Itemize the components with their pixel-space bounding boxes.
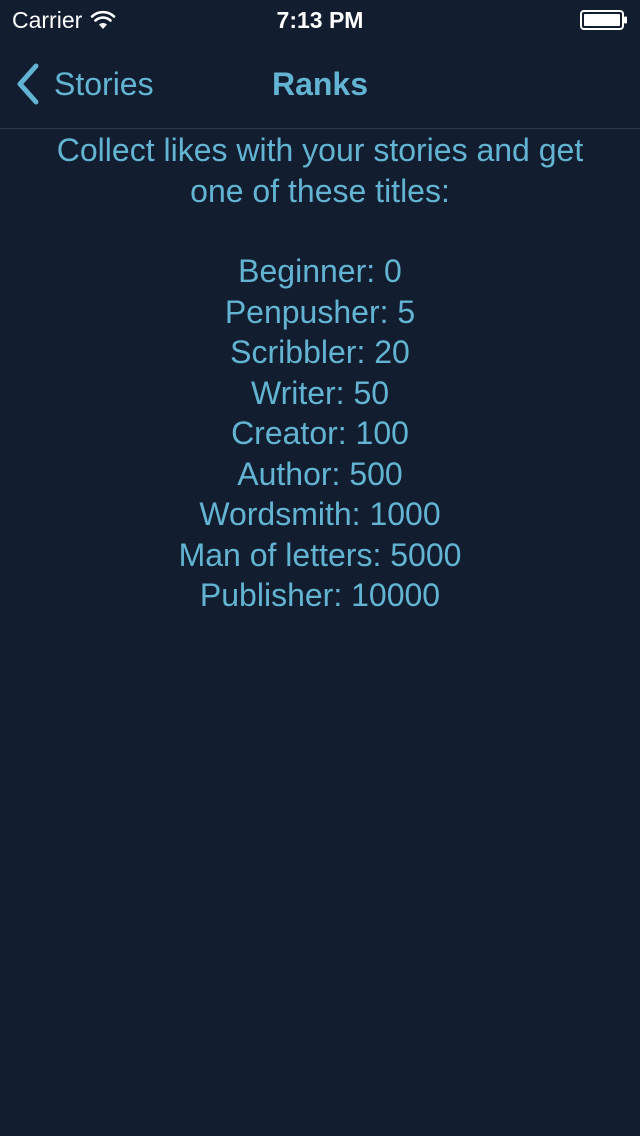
rank-item-man-of-letters: Man of letters: 5000 [178,536,462,573]
ranks-content: Collect likes with your stories and get … [0,128,640,616]
status-bar: Carrier 7:13 PM [0,0,640,40]
navigation-bar: Stories Ranks [0,40,640,129]
status-time: 7:13 PM [276,7,364,33]
rank-item-writer: Writer: 50 [250,374,390,411]
battery-icon [580,10,627,30]
rank-item-wordsmith: Wordsmith: 1000 [199,496,441,532]
rank-item-beginner: Beginner: 0 [238,253,402,289]
intro-line-2: one of these titles: [190,172,450,209]
rank-item-publisher: Publisher: 10000 [199,577,441,613]
intro-text: Collect likes with your stories and get … [20,128,620,211]
page-title: Ranks [271,66,369,102]
rank-item-creator: Creator: 100 [231,415,409,451]
rank-item-author: Author: 500 [237,455,403,492]
rank-item-penpusher: Penpusher: 5 [224,293,416,330]
rank-list: Beginner: 0 Penpusher: 5 Scribbler: 20 W… [0,251,640,616]
intro-line-1: Collect likes with your stories and get [56,132,584,168]
rank-item-scribbler: Scribbler: 20 [230,334,410,370]
